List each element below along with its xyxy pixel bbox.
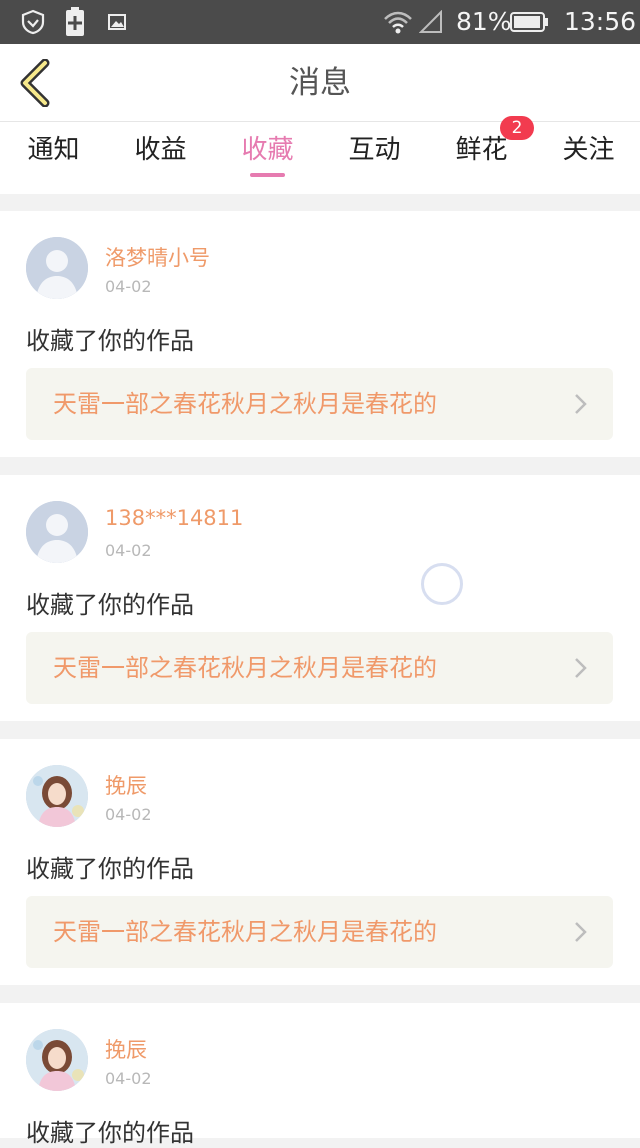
loading-spinner bbox=[421, 563, 463, 605]
tab-favorites[interactable]: 收藏 bbox=[214, 122, 321, 194]
user-name[interactable]: 挽辰 bbox=[105, 1034, 147, 1064]
message-date: 04-02 bbox=[105, 805, 152, 824]
tab-label: 鲜花 bbox=[455, 135, 508, 165]
tab-earnings[interactable]: 收益 bbox=[107, 122, 214, 194]
back-button[interactable] bbox=[14, 58, 54, 108]
wifi-icon bbox=[382, 0, 414, 44]
message-date: 04-02 bbox=[105, 541, 152, 560]
chevron-right-icon bbox=[575, 394, 587, 414]
list-item: 挽辰 04-02 收藏了你的作品 天雷一部之春花秋月之秋月是春花的 bbox=[0, 739, 640, 985]
user-name[interactable]: 挽辰 bbox=[105, 770, 147, 800]
tab-bar: 通知 收益 收藏 互动 鲜花 2 关注 bbox=[0, 116, 640, 194]
tab-label: 收益 bbox=[134, 135, 187, 165]
unread-badge: 2 bbox=[500, 116, 534, 140]
user-name[interactable]: 138***14811 bbox=[105, 506, 243, 530]
tab-label: 通知 bbox=[27, 135, 80, 165]
image-icon bbox=[106, 0, 128, 44]
avatar[interactable] bbox=[26, 237, 88, 299]
action-text: 收藏了你的作品 bbox=[26, 591, 194, 619]
work-link[interactable]: 天雷一部之春花秋月之秋月是春花的 bbox=[26, 632, 613, 704]
work-title: 天雷一部之春花秋月之秋月是春花的 bbox=[53, 654, 437, 682]
avatar[interactable] bbox=[26, 501, 88, 563]
work-title: 天雷一部之春花秋月之秋月是春花的 bbox=[53, 918, 437, 946]
tab-interaction[interactable]: 互动 bbox=[321, 122, 428, 194]
action-text: 收藏了你的作品 bbox=[26, 1119, 194, 1147]
battery-percent: 81% bbox=[456, 7, 512, 36]
chevron-left-icon bbox=[20, 59, 50, 107]
page-title: 消息 bbox=[289, 65, 351, 101]
signal-icon bbox=[418, 0, 444, 44]
tab-notice[interactable]: 通知 bbox=[0, 122, 107, 194]
battery-charging-icon bbox=[64, 0, 86, 44]
list-item: 138***14811 04-02 收藏了你的作品 天雷一部之春花秋月之秋月是春… bbox=[0, 475, 640, 721]
list-item: 洛梦晴小号 04-02 收藏了你的作品 天雷一部之春花秋月之秋月是春花的 bbox=[0, 211, 640, 457]
message-date: 04-02 bbox=[105, 1069, 152, 1088]
chevron-right-icon bbox=[575, 658, 587, 678]
shield-icon bbox=[18, 0, 48, 44]
tab-label: 关注 bbox=[562, 135, 615, 165]
user-name[interactable]: 洛梦晴小号 bbox=[105, 242, 210, 272]
tab-flowers[interactable]: 鲜花 2 bbox=[428, 116, 535, 194]
battery-icon bbox=[510, 0, 548, 44]
work-title: 天雷一部之春花秋月之秋月是春花的 bbox=[53, 390, 437, 418]
tab-label: 收藏 bbox=[241, 135, 294, 165]
active-tab-indicator bbox=[250, 173, 285, 177]
action-text: 收藏了你的作品 bbox=[26, 855, 194, 883]
chevron-right-icon bbox=[575, 922, 587, 942]
message-date: 04-02 bbox=[105, 277, 152, 296]
avatar[interactable] bbox=[26, 1029, 88, 1091]
work-link[interactable]: 天雷一部之春花秋月之秋月是春花的 bbox=[26, 896, 613, 968]
work-link[interactable]: 天雷一部之春花秋月之秋月是春花的 bbox=[26, 368, 613, 440]
tab-follow[interactable]: 关注 bbox=[535, 122, 640, 194]
action-text: 收藏了你的作品 bbox=[26, 327, 194, 355]
tab-label: 互动 bbox=[348, 135, 401, 165]
header: 消息 bbox=[0, 44, 640, 122]
list-item: 挽辰 04-02 收藏了你的作品 bbox=[0, 1003, 640, 1147]
clock: 13:56 bbox=[564, 7, 637, 36]
avatar[interactable] bbox=[26, 765, 88, 827]
status-bar: 81% 13:56 bbox=[0, 0, 640, 44]
